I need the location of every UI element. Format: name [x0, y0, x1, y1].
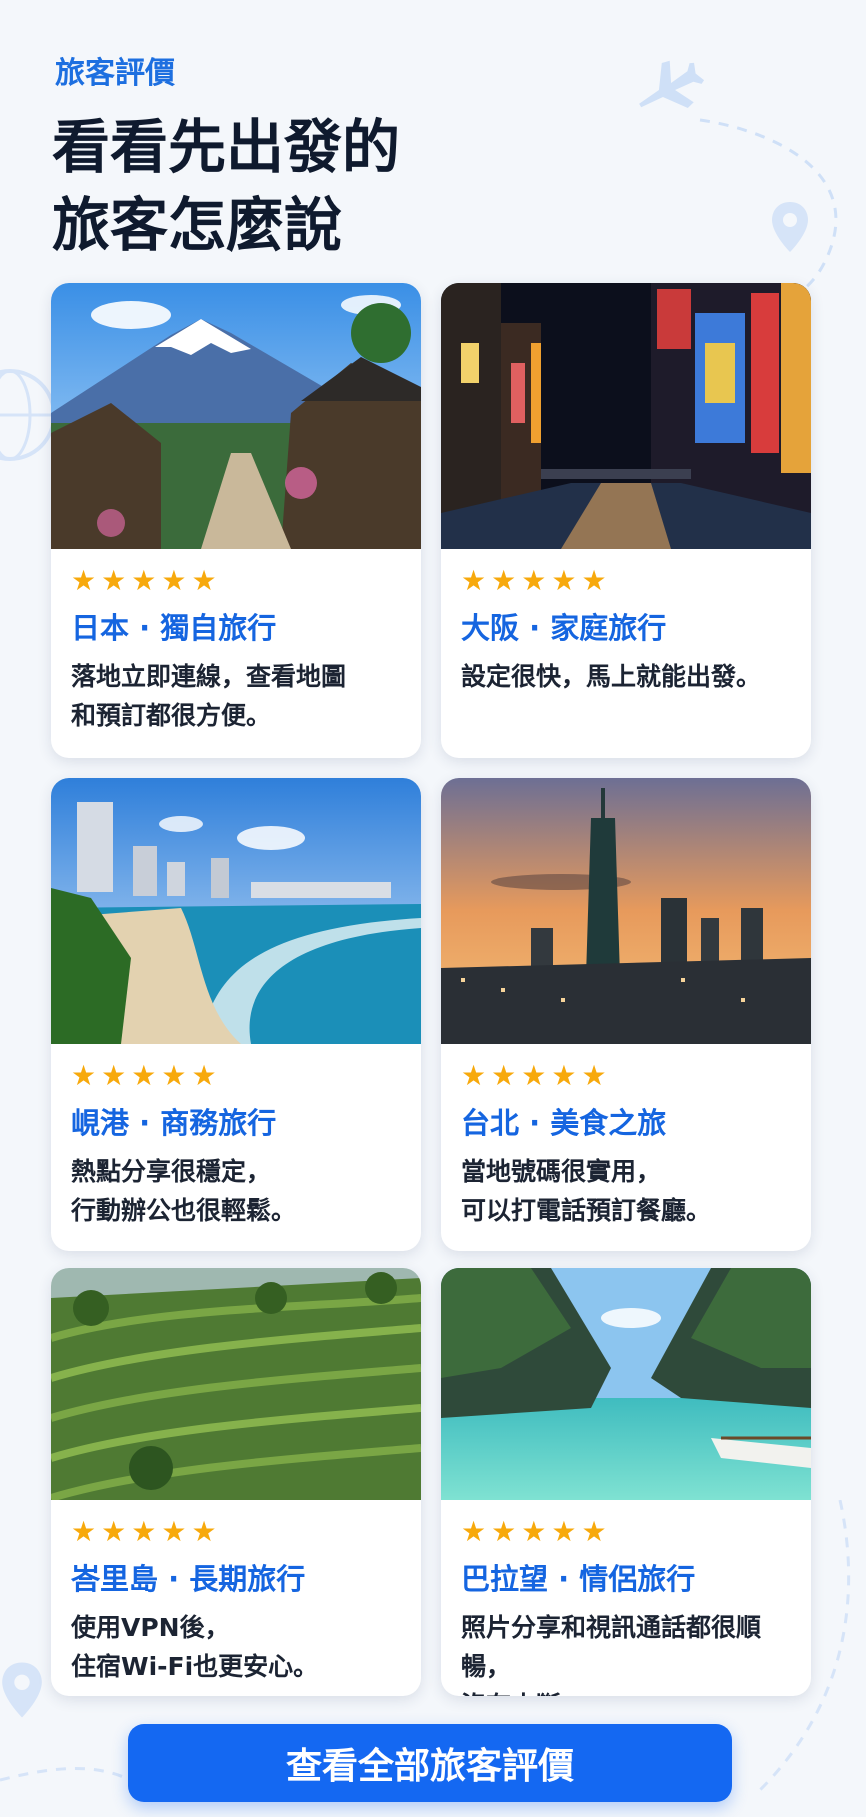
review-photo-taipei-101	[441, 778, 811, 1044]
star-icon: ★	[461, 1059, 487, 1092]
review-title: 峇里島 · 長期旅行	[71, 1562, 306, 1596]
star-icon: ★	[581, 1059, 607, 1092]
star-icon: ★	[521, 1059, 547, 1092]
star-icon: ★	[581, 1515, 607, 1548]
review-text: 使用VPN後， 住宿Wi-Fi也更安心。	[71, 1613, 319, 1681]
airplane-icon	[639, 60, 704, 109]
review-title: 巴拉望 · 情侶旅行	[461, 1562, 696, 1596]
star-icon: ★	[491, 1515, 517, 1548]
star-icon: ★	[191, 1059, 217, 1092]
star-icon: ★	[101, 1059, 127, 1092]
star-icon: ★	[551, 1059, 577, 1092]
star-icon: ★	[71, 1515, 97, 1548]
rating-stars: ★ ★ ★ ★ ★	[71, 567, 401, 595]
flight-path-line	[0, 1766, 131, 1782]
star-icon: ★	[71, 1059, 97, 1092]
star-icon: ★	[551, 564, 577, 597]
review-text: 設定很快，馬上就能出發。	[461, 662, 762, 691]
review-text: 落地立即連線，查看地圖 和預訂都很方便。	[71, 662, 347, 730]
review-photo-mount-fuji	[51, 283, 421, 549]
star-icon: ★	[131, 1515, 157, 1548]
star-icon: ★	[101, 1515, 127, 1548]
star-icon: ★	[161, 564, 187, 597]
location-pin-icon	[2, 1662, 42, 1718]
review-photo-palawan-lagoon	[441, 1268, 811, 1500]
section-eyebrow: 旅客評價	[55, 56, 175, 91]
review-photo-osaka-night	[441, 283, 811, 549]
page-title-line-2: 旅客怎麼說	[52, 191, 343, 259]
review-title: 日本 · 獨自旅行	[71, 611, 277, 645]
star-icon: ★	[191, 564, 217, 597]
review-card[interactable]: ★ ★ ★ ★ ★ 日本 · 獨自旅行 落地立即連線，查看地圖 和預訂都很方便。	[51, 283, 421, 758]
review-card[interactable]: ★ ★ ★ ★ ★ 大阪 · 家庭旅行 設定很快，馬上就能出發。	[441, 283, 811, 758]
review-text: 當地號碼很實用， 可以打電話預訂餐廳。	[461, 1157, 712, 1225]
page-title: 看看先出發的 旅客怎麼說	[52, 108, 400, 264]
review-photo-danang-beach	[51, 778, 421, 1044]
star-icon: ★	[521, 564, 547, 597]
star-icon: ★	[581, 564, 607, 597]
star-icon: ★	[161, 1515, 187, 1548]
view-all-reviews-button[interactable]: 查看全部旅客評價	[128, 1724, 732, 1802]
rating-stars: ★ ★ ★ ★ ★	[71, 1062, 401, 1090]
review-title: 台北 · 美食之旅	[461, 1106, 667, 1140]
review-text: 熱點分享很穩定， 行動辦公也很輕鬆。	[71, 1157, 297, 1225]
review-photo-bali-rice-terraces	[51, 1268, 421, 1500]
star-icon: ★	[131, 1059, 157, 1092]
star-icon: ★	[161, 1059, 187, 1092]
star-icon: ★	[71, 564, 97, 597]
star-icon: ★	[491, 564, 517, 597]
review-card[interactable]: ★ ★ ★ ★ ★ 峴港 · 商務旅行 熱點分享很穩定， 行動辦公也很輕鬆。	[51, 778, 421, 1251]
star-icon: ★	[551, 1515, 577, 1548]
review-title: 大阪 · 家庭旅行	[461, 611, 667, 645]
location-pin-icon	[772, 202, 808, 252]
star-icon: ★	[461, 564, 487, 597]
review-title: 峴港 · 商務旅行	[71, 1106, 277, 1140]
star-icon: ★	[191, 1515, 217, 1548]
review-card[interactable]: ★ ★ ★ ★ ★ 台北 · 美食之旅 當地號碼很實用， 可以打電話預訂餐廳。	[441, 778, 811, 1251]
review-card[interactable]: ★ ★ ★ ★ ★ 峇里島 · 長期旅行 使用VPN後， 住宿Wi-Fi也更安心。	[51, 1268, 421, 1696]
rating-stars: ★ ★ ★ ★ ★	[71, 1518, 401, 1546]
star-icon: ★	[461, 1515, 487, 1548]
rating-stars: ★ ★ ★ ★ ★	[461, 1518, 791, 1546]
star-icon: ★	[491, 1059, 517, 1092]
star-icon: ★	[101, 564, 127, 597]
rating-stars: ★ ★ ★ ★ ★	[461, 567, 791, 595]
star-icon: ★	[131, 564, 157, 597]
rating-stars: ★ ★ ★ ★ ★	[461, 1062, 791, 1090]
flight-path-line	[699, 118, 838, 307]
page-title-line-1: 看看先出發的	[52, 113, 401, 181]
star-icon: ★	[521, 1515, 547, 1548]
review-text: 照片分享和視訊通話都很順暢， 沒有中斷。	[461, 1613, 762, 1696]
review-card[interactable]: ★★★★★ 巴拉望 · 情侶旅行 照片分享和視訊通話都很順暢， 沒有中斷。	[441, 1268, 811, 1696]
